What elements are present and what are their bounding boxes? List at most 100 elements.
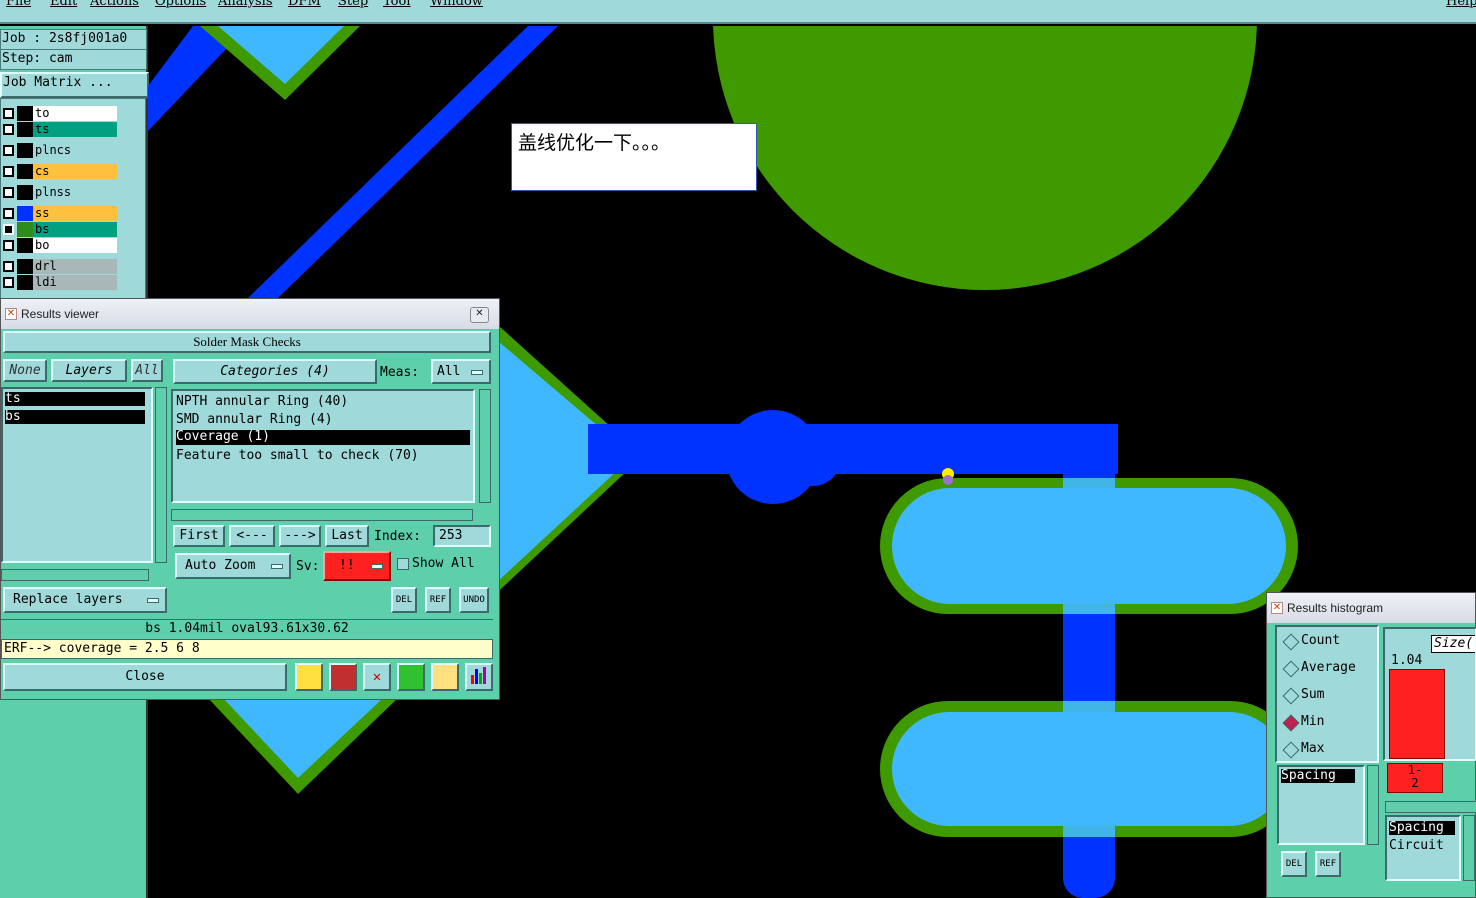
histogram-hscrollbar[interactable]: [1385, 801, 1476, 813]
categories-hscrollbar[interactable]: [171, 509, 473, 521]
menu-edit[interactable]: Edit: [50, 0, 77, 9]
layer-checkbox[interactable]: [3, 145, 14, 156]
stat-label[interactable]: Min: [1301, 714, 1324, 729]
histogram-list-scrollbar[interactable]: [1367, 765, 1379, 845]
layer-name[interactable]: ss: [33, 206, 117, 221]
radio-sum[interactable]: [1282, 687, 1300, 705]
menu-tool[interactable]: Tool: [383, 0, 410, 9]
menu-step[interactable]: Step: [338, 0, 368, 9]
layer-row[interactable]: cs: [1, 164, 121, 179]
delete-icon[interactable]: DEL: [1281, 851, 1307, 877]
show-all-checkbox[interactable]: [397, 558, 409, 570]
menu-actions[interactable]: Actions: [90, 0, 139, 9]
category-item[interactable]: SMD annular Ring (4): [176, 412, 333, 428]
layer-list-scrollbar[interactable]: [155, 387, 167, 563]
stat-label[interactable]: Average: [1301, 660, 1356, 675]
menu-dfm[interactable]: DFM: [288, 0, 321, 9]
layer-name[interactable]: cs: [33, 164, 117, 179]
layer-row[interactable]: drl: [1, 259, 121, 274]
histogram-list[interactable]: Spacing: [1277, 765, 1365, 845]
histogram-bar[interactable]: [1389, 669, 1445, 759]
meas-dropdown[interactable]: All: [431, 359, 491, 384]
layer-row[interactable]: plnss: [1, 185, 121, 200]
categories-button[interactable]: Categories (4): [173, 359, 377, 384]
delete-icon[interactable]: DEL: [391, 587, 417, 613]
layer-checkbox[interactable]: [3, 224, 14, 235]
layer-row[interactable]: bs: [1, 222, 121, 237]
report-icon[interactable]: [431, 663, 459, 691]
undo-icon[interactable]: UNDO: [459, 587, 489, 613]
delete-ref-icon[interactable]: ✕: [363, 663, 391, 691]
list-item[interactable]: bs: [5, 410, 145, 424]
menu-help[interactable]: Help: [1446, 0, 1476, 9]
radio-count[interactable]: [1282, 633, 1300, 651]
layer-checkbox[interactable]: [3, 124, 14, 135]
replace-layers-dropdown[interactable]: Replace layers: [3, 587, 167, 613]
layer-name[interactable]: bs: [33, 222, 117, 237]
layer-name[interactable]: drl: [33, 259, 117, 274]
layer-list-hscrollbar[interactable]: [1, 569, 149, 581]
next-button[interactable]: --->: [279, 525, 321, 547]
layer-row[interactable]: bo: [1, 238, 121, 253]
layer-name[interactable]: ldi: [33, 275, 117, 290]
layer-row[interactable]: to: [1, 106, 121, 121]
close-button[interactable]: Close: [3, 663, 287, 691]
menu-window[interactable]: Window: [430, 0, 483, 9]
reference-icon[interactable]: REF: [1315, 851, 1341, 877]
layer-name[interactable]: ts: [33, 122, 117, 137]
menu-file[interactable]: File: [6, 0, 31, 9]
layer-row[interactable]: ss: [1, 206, 121, 221]
category-item[interactable]: Feature too small to check (70): [176, 448, 419, 464]
index-input[interactable]: 253: [433, 525, 491, 547]
flag-icon[interactable]: [295, 663, 323, 691]
layer-row[interactable]: ts: [1, 122, 121, 137]
list-item[interactable]: Spacing: [1281, 769, 1355, 783]
severity-dropdown[interactable]: !!: [323, 551, 391, 581]
filter-layers-button[interactable]: Layers: [51, 359, 127, 382]
list-item[interactable]: ts: [5, 392, 145, 406]
first-button[interactable]: First: [173, 525, 225, 547]
radio-max[interactable]: [1282, 741, 1300, 759]
layer-row[interactable]: ldi: [1, 275, 121, 290]
filter-all-button[interactable]: All: [131, 359, 163, 382]
radio-average[interactable]: [1282, 660, 1300, 678]
prev-button[interactable]: <---: [229, 525, 275, 547]
stat-label[interactable]: Sum: [1301, 687, 1324, 702]
layer-checkbox[interactable]: [3, 277, 14, 288]
close-icon[interactable]: ✕: [470, 307, 489, 323]
job-matrix-button[interactable]: Job Matrix ...: [0, 72, 149, 98]
layer-checkbox[interactable]: [3, 261, 14, 272]
layer-name[interactable]: plncs: [33, 143, 117, 158]
layer-checkbox[interactable]: [3, 166, 14, 177]
category-item-selected[interactable]: Coverage (1): [176, 430, 470, 445]
category-item[interactable]: NPTH annular Ring (40): [176, 394, 348, 410]
histogram-right-list[interactable]: Spacing Circuit: [1385, 815, 1461, 881]
layer-checkbox[interactable]: [3, 240, 14, 251]
histogram-icon[interactable]: [465, 663, 493, 691]
layer-results-list[interactable]: ts bs: [1, 387, 153, 563]
layer-name[interactable]: bo: [33, 238, 117, 253]
filter-none-button[interactable]: None: [3, 359, 47, 382]
results-viewer-titlebar[interactable]: ✕ Results viewer ✕: [1, 299, 499, 329]
results-histogram-titlebar[interactable]: ✕ Results histogram: [1267, 593, 1475, 623]
layer-checkbox[interactable]: [3, 187, 14, 198]
last-button[interactable]: Last: [325, 525, 369, 547]
menu-analysis[interactable]: Analysis: [218, 0, 273, 9]
number-icon[interactable]: [397, 663, 425, 691]
menu-options[interactable]: Options: [155, 0, 206, 9]
layer-checkbox[interactable]: [3, 108, 14, 119]
stop-icon[interactable]: [329, 663, 357, 691]
layer-checkbox[interactable]: [3, 208, 14, 219]
auto-zoom-dropdown[interactable]: Auto Zoom: [175, 553, 291, 579]
layer-row[interactable]: plncs: [1, 143, 121, 158]
stat-label[interactable]: Count: [1301, 633, 1340, 648]
list-item[interactable]: Circuit: [1389, 838, 1444, 853]
radio-min[interactable]: [1282, 714, 1300, 732]
layer-name[interactable]: plnss: [33, 185, 117, 200]
stat-label[interactable]: Max: [1301, 741, 1324, 756]
reference-icon[interactable]: REF: [425, 587, 451, 613]
categories-scrollbar[interactable]: [479, 389, 491, 503]
list-item[interactable]: Spacing: [1389, 821, 1455, 835]
categories-list[interactable]: NPTH annular Ring (40) SMD annular Ring …: [171, 389, 475, 503]
layer-name[interactable]: to: [33, 106, 117, 121]
